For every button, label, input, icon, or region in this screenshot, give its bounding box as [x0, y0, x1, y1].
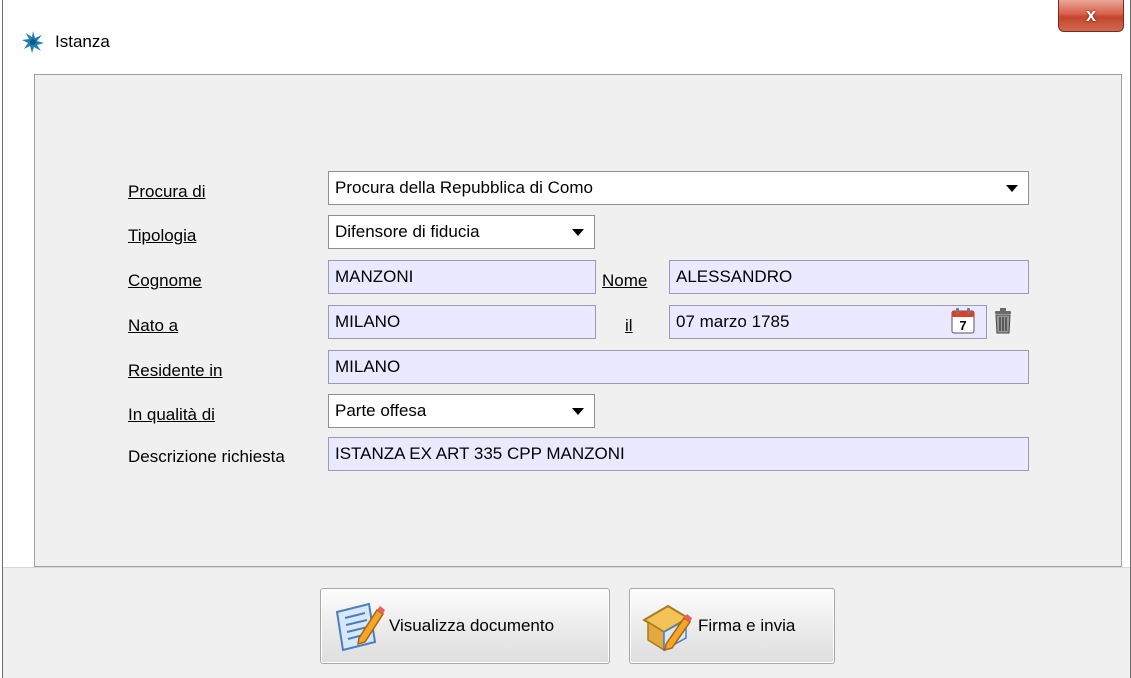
calendar-icon[interactable]: 7	[951, 308, 975, 334]
cognome-field[interactable]: MANZONI	[328, 260, 596, 294]
nato-field[interactable]: MILANO	[328, 305, 596, 339]
nato-label: Nato a	[128, 316, 179, 335]
istanza-window: Istanza x Procura di Procura della Repub…	[2, 0, 1131, 678]
tipologia-label: Tipologia	[128, 226, 197, 245]
nome-field[interactable]: ALESSANDRO	[669, 260, 1029, 294]
il-label: il	[625, 316, 633, 335]
tipologia-value: Difensore di fiducia	[335, 222, 480, 241]
chevron-down-icon	[572, 229, 584, 236]
descrizione-label: Descrizione richiesta	[128, 447, 285, 466]
firma-e-invia-button[interactable]: Firma e invia	[629, 588, 835, 664]
visualizza-documento-button[interactable]: Visualizza documento	[320, 588, 610, 664]
date-field[interactable]: 07 marzo 1785	[669, 305, 987, 339]
trash-icon[interactable]	[993, 308, 1013, 334]
procura-value: Procura della Repubblica di Como	[335, 178, 593, 197]
title-bar: Istanza x	[3, 0, 1130, 60]
chevron-down-icon	[1006, 185, 1018, 192]
edit-document-icon	[335, 602, 385, 652]
window-title: Istanza	[55, 32, 110, 51]
close-button[interactable]: x	[1058, 0, 1124, 32]
qualita-value: Parte offesa	[335, 401, 427, 420]
nome-label: Nome	[602, 271, 648, 290]
residente-label: Residente in	[128, 361, 223, 380]
form-panel: Procura di Procura della Repubblica di C…	[34, 74, 1122, 567]
descrizione-field[interactable]: ISTANZA EX ART 335 CPP MANZONI	[328, 437, 1029, 471]
tipologia-select[interactable]: Difensore di fiducia	[328, 215, 595, 249]
cognome-label: Cognome	[128, 271, 202, 290]
firma-label: Firma e invia	[698, 616, 796, 635]
sign-send-icon	[642, 604, 692, 652]
qualita-label: In qualità di	[128, 405, 215, 424]
app-logo-icon	[22, 31, 44, 53]
procura-label: Procura di	[128, 182, 206, 201]
chevron-down-icon	[572, 408, 584, 415]
procura-select[interactable]: Procura della Repubblica di Como	[328, 171, 1029, 205]
calendar-day: 7	[959, 318, 966, 333]
qualita-select[interactable]: Parte offesa	[328, 394, 595, 428]
residente-field[interactable]: MILANO	[328, 350, 1029, 384]
visualizza-label: Visualizza documento	[389, 616, 555, 635]
